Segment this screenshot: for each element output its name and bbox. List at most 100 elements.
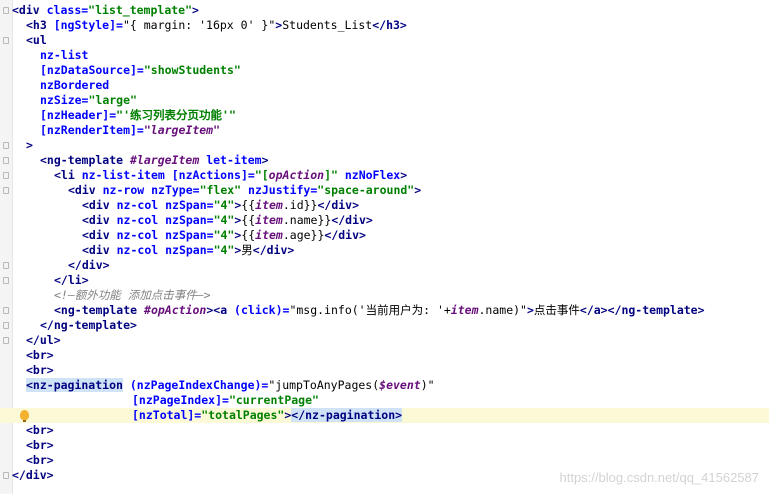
code-line[interactable]: nzBordered [0,78,769,93]
code-token: </div> [12,468,54,482]
code-line[interactable]: nz-list [0,48,769,63]
code-token: </div> [252,243,295,257]
code-line[interactable]: [nzDataSource]="showStudents" [0,63,769,78]
fold-marker-icon[interactable] [3,37,9,44]
code-line[interactable]: <br> [0,438,769,453]
code-line[interactable]: <div nz-row nzType="flex" nzJustify="spa… [0,183,769,198]
code-line[interactable]: [nzRenderItem]="largeItem" [0,123,769,138]
lightbulb-icon[interactable] [20,410,29,422]
code-token: )" [420,378,435,392]
code-text: <h3 [ngStyle]="{ margin: '16px 0' }">Stu… [26,18,407,33]
code-token: "msg.info('当前用户为: '+ [289,303,451,317]
code-line[interactable]: <div class="list_template"> [0,3,769,18]
code-line[interactable]: <div nz-col nzSpan="4">{{item.name}}</di… [0,213,769,228]
fold-marker-icon[interactable] [3,7,9,14]
fold-marker-icon[interactable] [3,337,9,344]
code-editor[interactable]: <div class="list_template"> <h3 [ngStyle]… [0,3,769,483]
fold-marker-icon[interactable] [3,172,9,179]
code-token: nz-list-item [81,168,172,182]
code-token: "jumpToAnyPages( [268,378,380,392]
code-text: nzBordered [40,78,109,93]
code-line[interactable]: <div nz-col nzSpan="4">{{item.id}}</div> [0,198,769,213]
code-token: Students_List [282,18,373,32]
code-line[interactable]: <li nz-list-item [nzActions]="[opAction]… [0,168,769,183]
code-text: <div class="list_template"> [12,3,199,18]
code-line[interactable]: <h3 [ngStyle]="{ margin: '16px 0' }">Stu… [0,18,769,33]
code-text: <div nz-col nzSpan="4">男</div> [82,243,294,258]
code-token: <div [82,198,117,212]
code-token: <h3 [26,18,54,32]
fold-marker-icon[interactable] [3,157,9,164]
fold-marker-icon[interactable] [3,472,9,479]
code-text: <br> [26,363,54,378]
code-token: {{ [241,228,256,242]
code-line[interactable]: [nzHeader]="'练习列表分页功能'" [0,108,769,123]
code-text: </ul> [26,333,61,348]
code-token: opAction [268,168,325,182]
code-token: [nzTotal]= [132,408,202,422]
code-line[interactable]: </ul> [0,333,769,348]
code-line[interactable]: <div nz-col nzSpan="4">{{item.age}}</div… [0,228,769,243]
code-line[interactable]: <ul [0,33,769,48]
code-token: "totalPages" [201,408,285,422]
code-text: <div nz-row nzType="flex" nzJustify="spa… [68,183,421,198]
code-token: > [526,303,534,317]
code-line[interactable]: <br> [0,363,769,378]
code-token: [nzRenderItem]= [40,123,144,137]
code-token: <li [54,168,82,182]
fold-marker-icon[interactable] [3,277,9,284]
code-token: "4" [213,198,235,212]
code-text: <ng-template #opAction > <a (click)="msg.i… [54,303,705,318]
code-token: [ngStyle]= [53,18,123,32]
code-line[interactable]: </ng-template> [0,318,769,333]
code-token: nzSpan= [165,198,214,212]
code-token: </div> [317,198,360,212]
code-token: <br> [26,423,54,437]
fold-marker-icon[interactable] [3,322,9,329]
code-line[interactable]: <br> [0,348,769,363]
code-token: ]" [324,168,345,182]
code-line[interactable]: </div> [0,258,769,273]
code-token: "space-around" [317,183,415,197]
code-token: <nz-pagination [26,378,123,392]
code-text: <br> [26,348,54,363]
code-line[interactable]: [nzTotal]="totalPages"></nz-pagination> [0,408,769,423]
code-token: nzSpan= [165,228,214,242]
code-token: "4" [213,228,235,242]
code-token: <br> [26,363,54,377]
code-text: </li> [54,273,89,288]
code-line[interactable]: <ng-template #largeItem let-item> [0,153,769,168]
code-token: > [26,138,33,152]
code-token: nz-col [116,228,166,242]
code-line[interactable]: <!—额外功能 添加点击事件—> [0,288,769,303]
code-token: nz-col [116,243,166,257]
code-line[interactable]: <br> [0,453,769,468]
fold-marker-icon[interactable] [3,187,9,194]
code-line[interactable]: nzSize="large" [0,93,769,108]
code-token: </nz-pagination> [291,408,403,422]
code-token: "[ [254,168,269,182]
code-line[interactable]: </li> [0,273,769,288]
code-token: <ng-template [40,153,131,167]
code-token: .name}} [282,213,332,227]
fold-marker-icon[interactable] [3,142,9,149]
code-line[interactable]: <br> [0,423,769,438]
code-token: <!—额外功能 添加点击事件—> [54,288,211,302]
code-text: [nzDataSource]="showStudents" [40,63,241,78]
code-token: #largeItem [130,153,207,167]
code-token: nz-col [116,198,166,212]
code-token: .id}} [282,198,318,212]
code-line[interactable]: [nzPageIndex]="currentPage" [0,393,769,408]
code-line[interactable]: <ng-template #opAction > <a (click)="msg.i… [0,303,769,318]
fold-marker-icon[interactable] [3,262,9,269]
code-line[interactable]: <div nz-col nzSpan="4">男</div> [0,243,769,258]
code-token: <div [82,243,117,257]
code-token: "largeItem" [143,123,221,137]
code-token: .name)" [478,303,527,317]
code-line[interactable]: > [0,138,769,153]
code-token: item [450,303,479,317]
fold-marker-icon[interactable] [3,307,9,314]
code-text: [nzPageIndex]="currentPage" [132,393,319,408]
code-token: <br> [26,453,54,467]
code-line[interactable]: <nz-pagination (nzPageIndexChange)="jump… [0,378,769,393]
